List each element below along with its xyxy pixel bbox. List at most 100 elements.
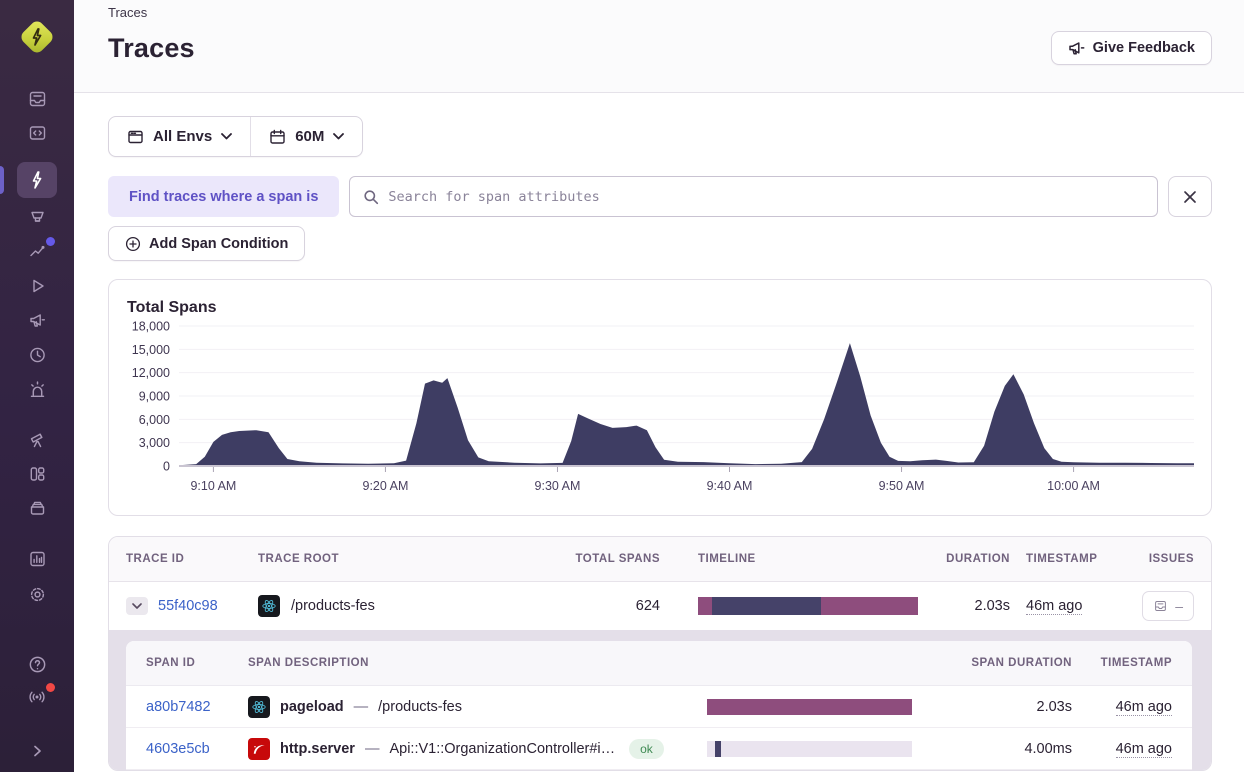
span-duration-bar [707, 740, 912, 757]
page-filter-bar: All Envs 60M [108, 116, 364, 157]
sidebar-item-profiling[interactable] [17, 201, 57, 235]
svg-text:12,000: 12,000 [132, 366, 170, 380]
environment-filter[interactable]: All Envs [109, 117, 250, 156]
clear-query-button[interactable] [1168, 176, 1212, 217]
trace-root-name: /products-fes [291, 598, 375, 614]
sidebar-item-collapse-chevron[interactable] [17, 734, 57, 768]
expanded-trace-panel: Span ID Span Description Span Duration T… [109, 630, 1211, 770]
sidebar-item-stats[interactable] [17, 542, 57, 576]
dash-separator: — [353, 698, 369, 715]
svg-text:18,000: 18,000 [132, 320, 170, 334]
replays-icon [32, 279, 44, 293]
sidebar-item-projects[interactable] [17, 116, 57, 150]
react-icon [248, 695, 270, 718]
sidebar-item-releases[interactable] [17, 491, 57, 525]
span-timestamp[interactable]: 46m ago [1115, 698, 1172, 716]
span-attribute-search[interactable] [349, 176, 1158, 217]
search-input[interactable] [388, 188, 1144, 205]
sidebar-item-help[interactable] [17, 647, 57, 681]
alerts-icon [30, 380, 44, 397]
col-span-description: Span Description [248, 657, 369, 669]
sidebar [0, 0, 74, 772]
active-nav-indicator [0, 166, 4, 194]
crons-icon [29, 347, 45, 363]
releases-icon [30, 501, 44, 515]
find-traces-label: Find traces where a span is [108, 176, 340, 217]
svg-text:9:10 AM: 9:10 AM [190, 479, 236, 493]
trace-id-link[interactable]: 55f40c98 [158, 598, 218, 614]
sidebar-item-alerts[interactable] [17, 372, 57, 406]
close-icon [1184, 190, 1196, 203]
svg-text:9:50 AM: 9:50 AM [879, 479, 925, 493]
span-timestamp[interactable]: 46m ago [1115, 740, 1172, 758]
span-row: a80b7482 pageload — /products-fes 2.03s … [126, 686, 1192, 728]
span-op: pageload [280, 698, 344, 715]
time-range-filter-label: 60M [295, 128, 325, 145]
sidebar-item-insights[interactable] [17, 234, 57, 268]
span-op: http.server [280, 740, 355, 757]
settings-icon [30, 587, 44, 601]
collapse-chevron-icon [34, 745, 41, 757]
sidebar-item-replays[interactable] [17, 269, 57, 303]
svg-text:10:00 AM: 10:00 AM [1047, 479, 1100, 493]
org-logo[interactable] [18, 18, 56, 56]
span-status-badge: ok [629, 738, 664, 759]
sidebar-item-issues[interactable] [17, 82, 57, 116]
sidebar-item-feedback[interactable] [17, 303, 57, 337]
sidebar-item-settings[interactable] [17, 577, 57, 611]
add-span-condition-button[interactable]: Add Span Condition [108, 226, 306, 261]
sidebar-item-explore[interactable] [17, 423, 57, 457]
plus-circle-icon [125, 236, 141, 251]
total-spans-chart-card: Total Spans 0 3,000 6,000 9,000 12,000 15,000… [108, 279, 1212, 516]
time-range-filter[interactable]: 60M [251, 117, 362, 156]
svg-text:9:30 AM: 9:30 AM [535, 479, 581, 493]
col-span-timestamp: Timestamp [1100, 657, 1172, 669]
trace-timeline-bar [698, 597, 918, 615]
megaphone-icon [1068, 42, 1085, 55]
svg-text:9,000: 9,000 [139, 390, 170, 404]
svg-text:9:20 AM: 9:20 AM [363, 479, 409, 493]
window-icon [128, 130, 143, 143]
broadcast-icon [29, 691, 45, 703]
svg-text:15,000: 15,000 [132, 343, 170, 357]
sidebar-item-crons[interactable] [17, 338, 57, 372]
stats-icon [29, 551, 45, 567]
sidebar-item-broadcast[interactable] [17, 680, 57, 714]
sidebar-item-dashboards[interactable] [17, 457, 57, 491]
span-row: 4603e5cb http.server — Api::V1::Organiza… [126, 728, 1192, 770]
svg-text:3,000: 3,000 [139, 436, 170, 450]
total-spans-chart: 0 3,000 6,000 9,000 12,000 15,000 18,000 9:10 A… [127, 319, 1194, 504]
span-id-link[interactable]: a80b7482 [146, 699, 248, 715]
col-issues: Issues [1148, 553, 1194, 565]
trace-issues-button[interactable]: – [1142, 591, 1194, 621]
expand-trace-button[interactable] [126, 597, 148, 615]
breadcrumb[interactable]: Traces [108, 4, 1212, 20]
environment-filter-label: All Envs [153, 128, 213, 145]
give-feedback-button[interactable]: Give Feedback [1050, 31, 1212, 65]
dashboards-icon [30, 467, 44, 481]
chevron-down-icon [221, 133, 233, 140]
dash-separator: — [364, 740, 380, 757]
traces-table: Trace ID Trace Root Total Spans Timeline… [108, 536, 1212, 771]
bolt-icon [32, 28, 42, 46]
sidebar-item-traces-bolt[interactable] [17, 162, 57, 198]
col-trace-root: Trace Root [258, 553, 340, 565]
span-duration-bar [707, 698, 912, 715]
col-duration: Duration [946, 553, 1010, 565]
give-feedback-label: Give Feedback [1092, 40, 1195, 56]
col-total-spans: Total Spans [575, 553, 660, 565]
feedback-icon [29, 314, 45, 327]
svg-text:0: 0 [163, 460, 170, 474]
span-id-link[interactable]: 4603e5cb [146, 741, 248, 757]
trace-timestamp[interactable]: 46m ago [1026, 598, 1083, 615]
span-duration: 2.03s [1036, 698, 1072, 715]
trace-row: 55f40c98 /products-fes 624 2.03s 46m ago [109, 582, 1211, 630]
insights-icon [29, 245, 44, 257]
trace-issues-count: – [1175, 598, 1183, 614]
page-header: Traces Traces Give Feedback [74, 0, 1244, 93]
col-span-duration: Span Duration [971, 657, 1072, 669]
search-icon [364, 189, 379, 204]
main-content: All Envs 60M Find traces where a span is [74, 93, 1244, 771]
span-query-row: Find traces where a span is [108, 176, 1212, 217]
svg-text:6,000: 6,000 [139, 413, 170, 427]
